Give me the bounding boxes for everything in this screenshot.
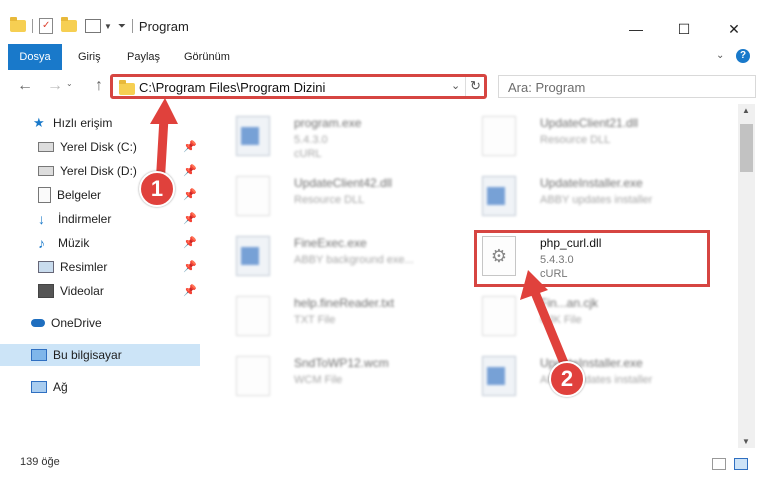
step-2-callout: 2 [549,361,585,397]
annotation-arrows [150,98,571,373]
step-1-callout: 1 [139,171,175,207]
arrow-to-target-file [520,270,571,373]
